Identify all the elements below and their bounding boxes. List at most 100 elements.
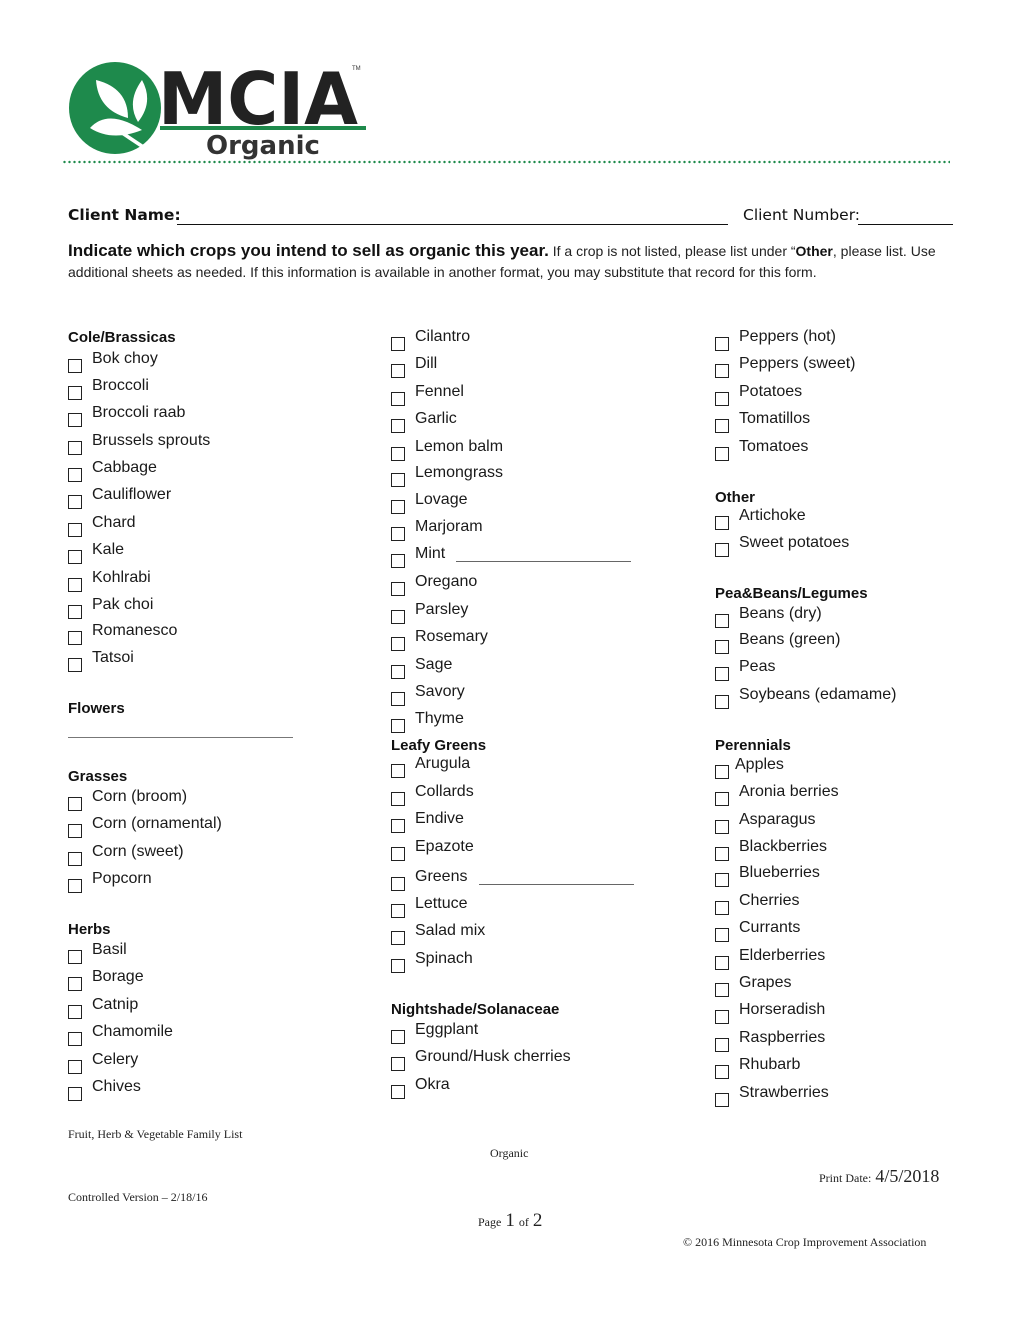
crop-checkbox[interactable] [391, 847, 405, 861]
logo-brand-text: MCIA [158, 58, 358, 141]
crop-checkbox[interactable] [68, 879, 82, 893]
crop-checkbox[interactable] [391, 447, 405, 461]
crop-checkbox[interactable] [715, 873, 729, 887]
crop-checkbox[interactable] [391, 610, 405, 624]
crop-checkbox[interactable] [391, 364, 405, 378]
crop-checkbox[interactable] [715, 667, 729, 681]
crop-checkbox[interactable] [715, 1065, 729, 1079]
crop-checkbox[interactable] [715, 614, 729, 628]
crop-checkbox[interactable] [715, 820, 729, 834]
crop-label: Peas [739, 658, 776, 675]
crop-checkbox[interactable] [715, 1093, 729, 1107]
crop-checkbox[interactable] [391, 1085, 405, 1099]
crop-checkbox[interactable] [715, 392, 729, 406]
crop-checkbox[interactable] [391, 527, 405, 541]
crop-checkbox[interactable] [68, 1005, 82, 1019]
crop-label: Grapes [739, 974, 792, 991]
crop-checkbox[interactable] [68, 468, 82, 482]
crop-checkbox[interactable] [68, 495, 82, 509]
crop-checkbox[interactable] [391, 582, 405, 596]
crop-checkbox[interactable] [715, 765, 729, 779]
print-date-value: 4/5/2018 [875, 1166, 940, 1186]
crop-label: Salad mix [415, 922, 486, 939]
crop-checkbox[interactable] [715, 640, 729, 654]
crop-checkbox[interactable] [391, 719, 405, 733]
crop-checkbox[interactable] [68, 1060, 82, 1074]
client-number-field[interactable] [858, 224, 953, 225]
crop-label: Corn (sweet) [92, 843, 184, 860]
crop-checkbox[interactable] [391, 1057, 405, 1071]
crop-checkbox[interactable] [715, 337, 729, 351]
crop-checkbox[interactable] [715, 516, 729, 530]
crop-checkbox[interactable] [68, 852, 82, 866]
write-in-field[interactable] [456, 547, 631, 562]
crop-checkbox[interactable] [68, 523, 82, 537]
crop-label: Ground/Husk cherries [415, 1048, 571, 1065]
crop-checkbox[interactable] [715, 1038, 729, 1052]
crop-checkbox[interactable] [715, 364, 729, 378]
crop-checkbox[interactable] [715, 928, 729, 942]
crop-label: Okra [415, 1076, 450, 1093]
crop-checkbox[interactable] [391, 764, 405, 778]
crop-checkbox[interactable] [391, 959, 405, 973]
crop-checkbox[interactable] [68, 824, 82, 838]
crop-checkbox[interactable] [68, 1087, 82, 1101]
crop-checkbox[interactable] [68, 386, 82, 400]
client-name-field[interactable] [177, 224, 728, 225]
crop-checkbox[interactable] [391, 419, 405, 433]
crop-checkbox[interactable] [715, 419, 729, 433]
crop-checkbox[interactable] [391, 877, 405, 891]
crop-checkbox[interactable] [391, 554, 405, 568]
crop-checkbox[interactable] [68, 631, 82, 645]
crop-checkbox[interactable] [391, 637, 405, 651]
crop-checkbox[interactable] [391, 392, 405, 406]
crop-checkbox[interactable] [391, 500, 405, 514]
crop-checkbox[interactable] [391, 819, 405, 833]
crop-label: Lemongrass [415, 464, 504, 481]
crop-checkbox[interactable] [715, 847, 729, 861]
crop-checkbox[interactable] [715, 956, 729, 970]
crop-checkbox[interactable] [391, 931, 405, 945]
crop-checkbox[interactable] [68, 359, 82, 373]
flowers-write-in-field[interactable] [68, 737, 293, 738]
crop-checkbox[interactable] [715, 983, 729, 997]
crop-label: Blueberries [739, 864, 820, 881]
crop-label: Sage [415, 656, 453, 673]
crop-checkbox[interactable] [391, 1030, 405, 1044]
crop-checkbox[interactable] [715, 543, 729, 557]
crop-checkbox[interactable] [68, 950, 82, 964]
crop-checkbox[interactable] [68, 441, 82, 455]
crop-checkbox[interactable] [715, 901, 729, 915]
crop-label: Cabbage [92, 459, 157, 476]
crop-checkbox[interactable] [391, 904, 405, 918]
crop-checkbox[interactable] [68, 413, 82, 427]
section-title: Cole/Brassicas [68, 329, 176, 346]
crop-checkbox[interactable] [68, 797, 82, 811]
crop-checkbox[interactable] [68, 578, 82, 592]
crop-checkbox[interactable] [391, 692, 405, 706]
crop-label: Corn (ornamental) [92, 815, 222, 832]
crop-label: Kohlrabi [92, 569, 151, 586]
crop-label: Beans (green) [739, 631, 841, 648]
crop-checkbox[interactable] [68, 1032, 82, 1046]
crop-checkbox[interactable] [715, 1010, 729, 1024]
crop-label: Greens [415, 868, 468, 885]
crop-checkbox[interactable] [715, 792, 729, 806]
crop-checkbox[interactable] [715, 695, 729, 709]
crop-checkbox[interactable] [68, 658, 82, 672]
crop-checkbox[interactable] [715, 447, 729, 461]
crop-label: Artichoke [739, 507, 806, 524]
crop-checkbox[interactable] [68, 605, 82, 619]
crop-checkbox[interactable] [391, 473, 405, 487]
crop-label: Savory [415, 683, 465, 700]
crop-checkbox[interactable] [391, 337, 405, 351]
crop-checkbox[interactable] [391, 665, 405, 679]
crop-label: Raspberries [739, 1029, 826, 1046]
crop-label: Horseradish [739, 1001, 826, 1018]
crop-label: Dill [415, 355, 438, 372]
crop-checkbox[interactable] [68, 977, 82, 991]
write-in-field[interactable] [479, 870, 634, 885]
crop-checkbox[interactable] [391, 792, 405, 806]
crop-label: Rosemary [415, 628, 488, 645]
crop-checkbox[interactable] [68, 550, 82, 564]
